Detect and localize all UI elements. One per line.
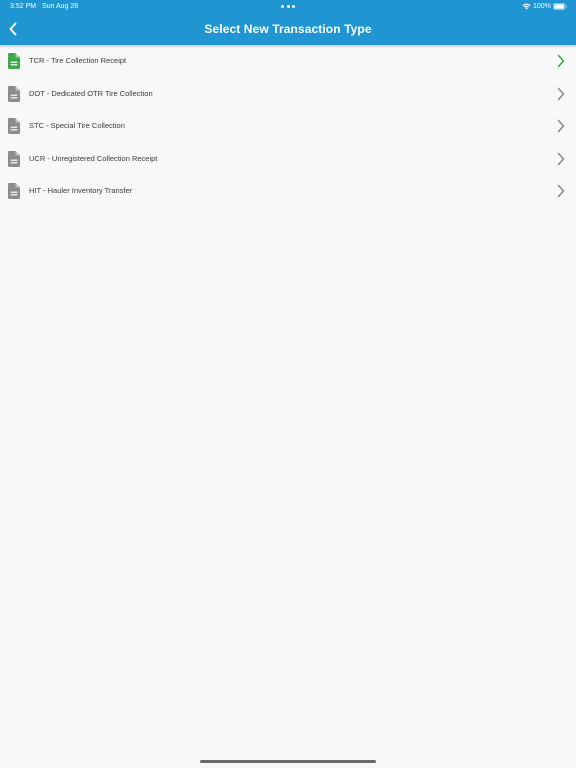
- transaction-type-dot[interactable]: DOT - Dedicated OTR Tire Collection: [0, 78, 576, 111]
- transaction-type-hit[interactable]: HIT - Hauler Inventory Transfer: [0, 175, 576, 208]
- document-icon: [8, 150, 20, 167]
- transaction-type-label: DOT - Dedicated OTR Tire Collection: [29, 88, 153, 98]
- status-time: 3:52 PM: [10, 3, 37, 10]
- document-icon: [8, 85, 20, 102]
- transaction-type-label: HIT - Hauler Inventory Transfer: [29, 186, 133, 195]
- multitasking-dots-icon[interactable]: [281, 5, 295, 8]
- chevron-right-icon: [557, 54, 565, 68]
- transaction-type-label: UCR - Unregistered Collection Receipt: [29, 153, 158, 163]
- chevron-right-icon: [557, 152, 565, 165]
- home-indicator[interactable]: [200, 760, 376, 763]
- transaction-type-ucr[interactable]: UCR - Unregistered Collection Receipt: [0, 143, 576, 176]
- battery-percent: 100%: [533, 3, 551, 10]
- transaction-type-stc[interactable]: STC - Special Tire Collection: [0, 110, 576, 143]
- chevron-right-icon: [557, 87, 565, 100]
- document-icon: [8, 53, 20, 69]
- transaction-type-list: TCR - Tire Collection Receipt DOT - Dedi…: [0, 45, 576, 208]
- chevron-right-icon: [557, 119, 565, 133]
- page-title: Select New Transaction Type: [204, 22, 372, 36]
- wifi-icon: [522, 3, 531, 10]
- transaction-type-label: STC - Special Tire Collection: [29, 121, 125, 130]
- transaction-type-tcr[interactable]: TCR - Tire Collection Receipt: [0, 45, 576, 78]
- nav-header: 3:52 PM Sun Aug 28 100% Select New Trans…: [0, 0, 576, 45]
- document-icon: [8, 118, 20, 134]
- document-icon: [8, 183, 20, 199]
- status-date: Sun Aug 28: [42, 3, 79, 10]
- battery-icon: [553, 3, 567, 10]
- transaction-type-label: TCR - Tire Collection Receipt: [29, 56, 127, 65]
- status-bar: 3:52 PM Sun Aug 28 100%: [0, 0, 576, 14]
- chevron-right-icon: [557, 184, 565, 198]
